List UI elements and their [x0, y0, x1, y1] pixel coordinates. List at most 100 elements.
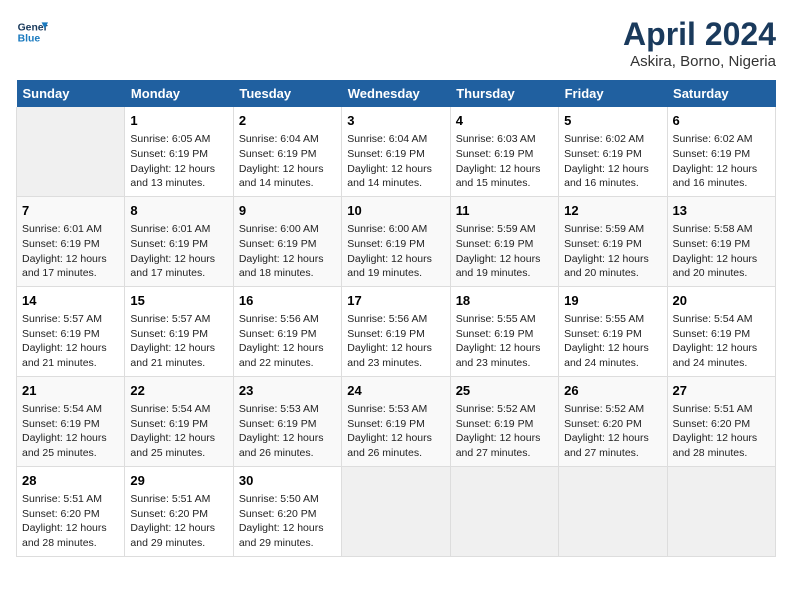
header-cell-thursday: Thursday [450, 80, 558, 107]
subtitle: Askira, Borno, Nigeria [623, 53, 776, 70]
logo-icon: General Blue [16, 16, 48, 48]
day-info: Sunrise: 6:02 AMSunset: 6:19 PMDaylight:… [564, 132, 661, 191]
day-number: 21 [22, 382, 119, 400]
header-cell-saturday: Saturday [667, 80, 775, 107]
day-info: Sunrise: 5:50 AMSunset: 6:20 PMDaylight:… [239, 492, 336, 551]
day-number: 29 [130, 472, 227, 490]
day-number: 19 [564, 292, 661, 310]
day-info: Sunrise: 5:53 AMSunset: 6:19 PMDaylight:… [239, 402, 336, 461]
calendar-cell: 25 Sunrise: 5:52 AMSunset: 6:19 PMDayligh… [450, 376, 558, 466]
day-info: Sunrise: 5:51 AMSunset: 6:20 PMDaylight:… [22, 492, 119, 551]
calendar-cell: 18Sunrise: 5:55 AMSunset: 6:19 PMDayligh… [450, 286, 558, 376]
calendar-week-row: 21 Sunrise: 5:54 AMSunset: 6:19 PMDayligh… [17, 376, 776, 466]
day-info: Sunrise: 5:58 AMSunset: 6:19 PMDaylight:… [673, 222, 770, 281]
day-info: Sunrise: 6:05 AMSunset: 6:19 PMDaylight:… [130, 132, 227, 191]
calendar-cell: 14 Sunrise: 5:57 AMSunset: 6:19 PMDayligh… [17, 286, 125, 376]
day-number: 24 [347, 382, 444, 400]
calendar-cell: 17Sunrise: 5:56 AMSunset: 6:19 PMDayligh… [342, 286, 450, 376]
header-cell-monday: Monday [125, 80, 233, 107]
header: General Blue April 2024 Askira, Borno, N… [16, 16, 776, 70]
day-number: 5 [564, 112, 661, 130]
day-info: Sunrise: 5:57 AMSunset: 6:19 PMDaylight:… [22, 312, 119, 371]
day-info: Sunrise: 5:59 AMSunset: 6:19 PMDaylight:… [456, 222, 553, 281]
day-number: 27 [673, 382, 770, 400]
title-area: April 2024 Askira, Borno, Nigeria [623, 16, 776, 70]
calendar-cell: 27 Sunrise: 5:51 AMSunset: 6:20 PMDayligh… [667, 376, 775, 466]
day-info: Sunrise: 5:54 AMSunset: 6:19 PMDaylight:… [673, 312, 770, 371]
calendar-cell: 23 Sunrise: 5:53 AMSunset: 6:19 PMDayligh… [233, 376, 341, 466]
logo: General Blue [16, 16, 48, 48]
day-info: Sunrise: 6:00 AMSunset: 6:19 PMDaylight:… [347, 222, 444, 281]
day-info: Sunrise: 5:57 AMSunset: 6:19 PMDaylight:… [130, 312, 227, 371]
main-title: April 2024 [623, 16, 776, 53]
day-number: 12 [564, 202, 661, 220]
calendar-cell: 13 Sunrise: 5:58 AMSunset: 6:19 PMDayligh… [667, 196, 775, 286]
day-number: 23 [239, 382, 336, 400]
day-info: Sunrise: 5:56 AMSunset: 6:19 PMDaylight:… [347, 312, 444, 371]
calendar-cell: 4 Sunrise: 6:03 AMSunset: 6:19 PMDaylight… [450, 107, 558, 196]
header-cell-tuesday: Tuesday [233, 80, 341, 107]
calendar-table: SundayMondayTuesdayWednesdayThursdayFrid… [16, 80, 776, 557]
day-number: 8 [130, 202, 227, 220]
day-info: Sunrise: 5:51 AMSunset: 6:20 PMDaylight:… [673, 402, 770, 461]
day-number: 11 [456, 202, 553, 220]
calendar-cell: 10 Sunrise: 6:00 AMSunset: 6:19 PMDayligh… [342, 196, 450, 286]
day-info: Sunrise: 5:53 AMSunset: 6:19 PMDaylight:… [347, 402, 444, 461]
svg-text:Blue: Blue [18, 34, 41, 45]
day-info: Sunrise: 5:55 AMSunset: 6:19 PMDaylight:… [564, 312, 661, 371]
calendar-cell: 6 Sunrise: 6:02 AMSunset: 6:19 PMDaylight… [667, 107, 775, 196]
calendar-cell [17, 107, 125, 196]
calendar-cell: 2Sunrise: 6:04 AMSunset: 6:19 PMDaylight… [233, 107, 341, 196]
day-number: 3 [347, 112, 444, 130]
calendar-cell: 9 Sunrise: 6:00 AMSunset: 6:19 PMDaylight… [233, 196, 341, 286]
day-number: 28 [22, 472, 119, 490]
day-info: Sunrise: 5:56 AMSunset: 6:19 PMDaylight:… [239, 312, 336, 371]
day-info: Sunrise: 6:03 AMSunset: 6:19 PMDaylight:… [456, 132, 553, 191]
day-number: 15 [130, 292, 227, 310]
day-number: 26 [564, 382, 661, 400]
day-number: 20 [673, 292, 770, 310]
calendar-cell: 8 Sunrise: 6:01 AMSunset: 6:19 PMDaylight… [125, 196, 233, 286]
day-number: 4 [456, 112, 553, 130]
calendar-cell [667, 466, 775, 556]
calendar-cell [342, 466, 450, 556]
day-number: 1 [130, 112, 227, 130]
calendar-cell: 1 Sunrise: 6:05 AMSunset: 6:19 PMDaylight… [125, 107, 233, 196]
calendar-cell: 21Sunrise: 5:54 AMSunset: 6:19 PMDayligh… [17, 376, 125, 466]
calendar-cell: 12 Sunrise: 5:59 AMSunset: 6:19 PMDayligh… [559, 196, 667, 286]
day-number: 13 [673, 202, 770, 220]
day-number: 14 [22, 292, 119, 310]
day-number: 10 [347, 202, 444, 220]
calendar-cell: 29 Sunrise: 5:51 AMSunset: 6:20 PMDayligh… [125, 466, 233, 556]
calendar-cell: 15 Sunrise: 5:57 AMSunset: 6:19 PMDayligh… [125, 286, 233, 376]
day-info: Sunrise: 5:59 AMSunset: 6:19 PMDaylight:… [564, 222, 661, 281]
calendar-cell [450, 466, 558, 556]
day-number: 9 [239, 202, 336, 220]
day-info: Sunrise: 6:02 AMSunset: 6:19 PMDaylight:… [673, 132, 770, 191]
day-number: 25 [456, 382, 553, 400]
day-info: Sunrise: 6:01 AMSunset: 6:19 PMDaylight:… [130, 222, 227, 281]
calendar-cell [559, 466, 667, 556]
calendar-cell: 24 Sunrise: 5:53 AMSunset: 6:19 PMDayligh… [342, 376, 450, 466]
day-info: Sunrise: 5:55 AMSunset: 6:19 PMDaylight:… [456, 312, 553, 371]
day-info: Sunrise: 6:01 AMSunset: 6:19 PMDaylight:… [22, 222, 119, 281]
calendar-body: 1 Sunrise: 6:05 AMSunset: 6:19 PMDaylight… [17, 107, 776, 556]
calendar-week-row: 7Sunrise: 6:01 AMSunset: 6:19 PMDaylight… [17, 196, 776, 286]
calendar-header-row: SundayMondayTuesdayWednesdayThursdayFrid… [17, 80, 776, 107]
day-info: Sunrise: 6:00 AMSunset: 6:19 PMDaylight:… [239, 222, 336, 281]
day-number: 2 [239, 112, 336, 130]
calendar-week-row: 28 Sunrise: 5:51 AMSunset: 6:20 PMDayligh… [17, 466, 776, 556]
day-info: Sunrise: 5:51 AMSunset: 6:20 PMDaylight:… [130, 492, 227, 551]
day-info: Sunrise: 5:52 AMSunset: 6:19 PMDaylight:… [456, 402, 553, 461]
calendar-cell: 19 Sunrise: 5:55 AMSunset: 6:19 PMDayligh… [559, 286, 667, 376]
header-cell-friday: Friday [559, 80, 667, 107]
calendar-cell: 3Sunrise: 6:04 AMSunset: 6:19 PMDaylight… [342, 107, 450, 196]
calendar-cell: 22Sunrise: 5:54 AMSunset: 6:19 PMDayligh… [125, 376, 233, 466]
header-cell-wednesday: Wednesday [342, 80, 450, 107]
day-info: Sunrise: 5:54 AMSunset: 6:19 PMDaylight:… [130, 402, 227, 461]
calendar-cell: 5 Sunrise: 6:02 AMSunset: 6:19 PMDaylight… [559, 107, 667, 196]
calendar-cell: 30 Sunrise: 5:50 AMSunset: 6:20 PMDayligh… [233, 466, 341, 556]
day-number: 6 [673, 112, 770, 130]
calendar-cell: 28 Sunrise: 5:51 AMSunset: 6:20 PMDayligh… [17, 466, 125, 556]
day-number: 30 [239, 472, 336, 490]
